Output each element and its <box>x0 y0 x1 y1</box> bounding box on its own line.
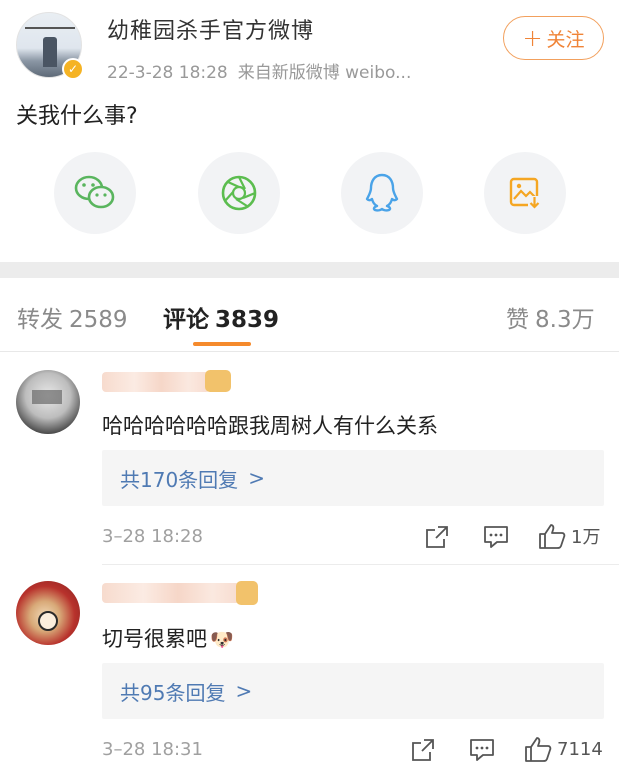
reply-comment-button[interactable] <box>468 737 496 763</box>
save-image-icon <box>509 177 541 209</box>
comment-icon <box>470 739 494 761</box>
save-image-button[interactable] <box>484 152 566 234</box>
avatar-tower-decoration <box>43 37 57 67</box>
like-comment-button[interactable]: 7114 <box>523 735 603 763</box>
comment-text-body: 切号很累吧 <box>102 627 207 651</box>
commenter-name[interactable] <box>102 583 240 603</box>
qq-icon <box>365 173 399 212</box>
comment-item: 切号很累吧 🐶 共95条回复 > 3–28 18:31 7114 <box>0 565 619 771</box>
like-count: 7114 <box>557 738 603 760</box>
doge-emoji-icon: 🐶 <box>210 629 234 651</box>
comment-text: 切号很累吧 🐶 <box>102 623 234 653</box>
post-text: 关我什么事? <box>16 104 138 129</box>
like-count: 1万 <box>571 527 601 548</box>
active-tab-indicator <box>193 342 251 346</box>
share-wechat-button[interactable] <box>54 152 136 234</box>
chevron-right-icon: > <box>248 466 265 490</box>
follow-button[interactable]: + 关注 <box>503 16 604 60</box>
comment-time: 3–28 18:31 <box>102 739 203 760</box>
section-divider <box>0 262 619 278</box>
like-comment-button[interactable]: 1万 <box>537 522 600 550</box>
chevron-right-icon: > <box>235 679 253 703</box>
comment-item: 哈哈哈哈哈哈跟我周树人有什么关系 共170条回复 > 3–28 18:28 1万 <box>0 352 619 564</box>
share-qq-button[interactable] <box>341 152 423 234</box>
tab-repost-count: 2589 <box>69 307 128 333</box>
replies-count: 共95条回复 <box>120 680 226 705</box>
tab-likes-label: 赞 <box>506 307 529 333</box>
share-out-icon <box>426 526 448 548</box>
post-date: 22-3-28 18:28 <box>107 63 228 83</box>
tab-repost-label: 转发 <box>17 307 63 333</box>
tab-repost[interactable]: 转发 2589 <box>17 300 128 334</box>
post-header: ✓ 幼稚园杀手官方微博 22-3-28 18:28 来自新版微博 weibo...… <box>0 0 619 90</box>
comment-icon <box>484 526 508 548</box>
plus-icon: + <box>522 24 543 52</box>
avatar-blur-decoration <box>32 390 62 404</box>
verified-badge-icon: ✓ <box>62 58 84 80</box>
thumbs-up-icon <box>539 524 566 549</box>
wechat-icon <box>74 175 115 209</box>
repost-comment-button[interactable] <box>424 524 450 550</box>
comment-text: 哈哈哈哈哈哈跟我周树人有什么关系 <box>102 414 438 438</box>
author-name[interactable]: 幼稚园杀手官方微博 <box>107 13 314 45</box>
commenter-avatar[interactable] <box>16 581 80 645</box>
tab-comments-count: 3839 <box>215 307 280 333</box>
tab-bar: 转发 2589 评论 3839 赞 8.3万 <box>0 278 619 352</box>
repost-comment-button[interactable] <box>410 737 436 763</box>
tab-comments[interactable]: 评论 3839 <box>163 300 279 334</box>
commenter-name[interactable] <box>102 372 210 392</box>
reply-comment-button[interactable] <box>482 524 510 550</box>
view-replies-button[interactable]: 共170条回复 > <box>102 450 604 506</box>
member-badge-icon <box>205 370 231 392</box>
post-source: 来自新版微博 weibo... <box>237 63 412 83</box>
share-row <box>0 152 619 236</box>
member-badge-icon <box>236 581 258 605</box>
post-meta: 22-3-28 18:28 来自新版微博 weibo... <box>107 58 421 83</box>
share-moments-button[interactable] <box>198 152 280 234</box>
avatar-wire-decoration <box>25 27 75 29</box>
avatar-face-decoration <box>38 611 58 631</box>
tab-likes-count: 8.3万 <box>535 307 595 333</box>
commenter-avatar[interactable] <box>16 370 80 434</box>
tab-likes[interactable]: 赞 8.3万 <box>506 300 595 334</box>
view-replies-button[interactable]: 共95条回复 > <box>102 663 604 719</box>
replies-count: 共170条回复 <box>120 467 239 492</box>
moments-icon <box>221 175 257 211</box>
comment-time: 3–28 18:28 <box>102 526 203 547</box>
tab-comments-label: 评论 <box>163 307 209 333</box>
follow-label: 关注 <box>546 28 585 51</box>
thumbs-up-icon <box>525 737 552 762</box>
share-out-icon <box>412 739 434 761</box>
